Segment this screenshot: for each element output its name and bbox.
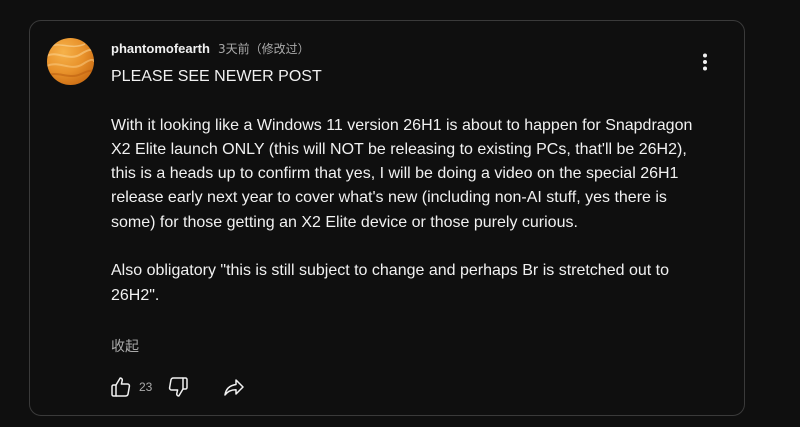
comment-actions: 23 [107, 373, 248, 401]
comment-paragraph: Also obligatory "this is still subject t… [111, 262, 669, 304]
comment-paragraph: With it looking like a Windows 11 versio… [111, 116, 693, 231]
comment-time[interactable]: 3天前（修改过） [218, 40, 310, 57]
avatar[interactable] [47, 38, 94, 85]
comment-text: PLEASE SEE NEWER POST With it looking li… [111, 65, 711, 308]
like-count: 23 [139, 380, 153, 394]
share-button[interactable] [220, 373, 248, 401]
dislike-button[interactable] [164, 373, 192, 401]
author-name[interactable]: phantomofearth [111, 41, 210, 56]
comment-header: phantomofearth 3天前（修改过） [111, 40, 310, 57]
comment-paragraph: PLEASE SEE NEWER POST [111, 68, 322, 85]
thumbs-down-icon [169, 377, 189, 397]
like-button[interactable] [107, 373, 135, 401]
comment-card: phantomofearth 3天前（修改过） PLEASE SEE NEWER… [29, 20, 745, 416]
share-icon [224, 379, 245, 396]
avatar-image [47, 38, 94, 85]
thumbs-up-icon [111, 377, 131, 397]
collapse-button[interactable]: 收起 [111, 336, 139, 356]
